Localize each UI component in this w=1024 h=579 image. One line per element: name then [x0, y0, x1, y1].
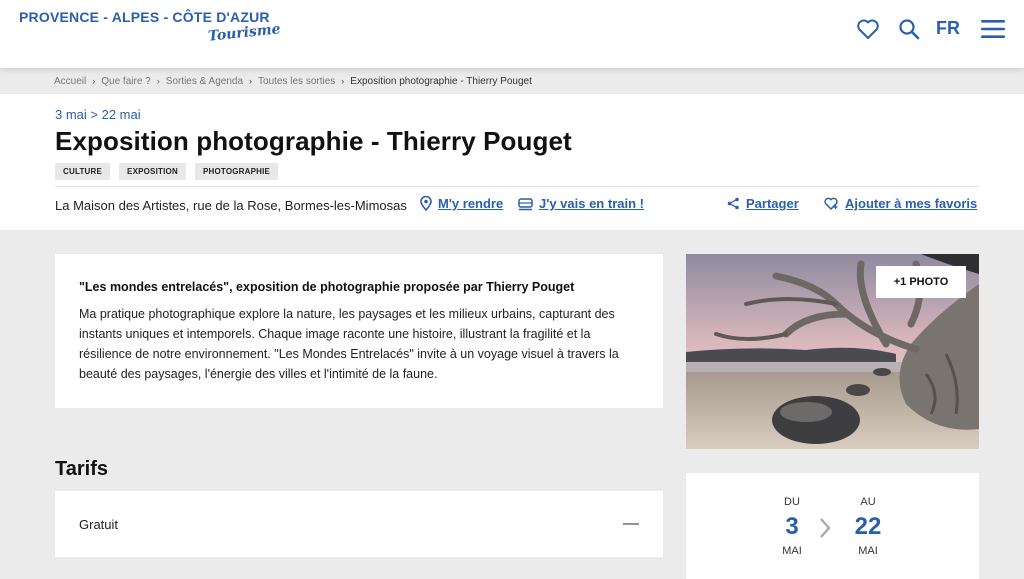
- heart-icon[interactable]: [855, 16, 881, 42]
- tag-exposition: EXPOSITION: [119, 163, 186, 180]
- date-from: DU 3 MAI: [767, 496, 817, 557]
- tarif-label: Gratuit: [79, 516, 119, 532]
- date-from-label: DU: [784, 496, 800, 508]
- breadcrumb: Accueil › Que faire ? › Sorties & Agenda…: [0, 68, 1024, 94]
- share-link[interactable]: Partager: [727, 196, 799, 211]
- search-icon[interactable]: [896, 16, 922, 42]
- event-dates: 3 mai > 22 mai: [55, 107, 141, 122]
- train-icon: [518, 197, 533, 210]
- date-to-label: AU: [860, 496, 876, 508]
- date-range-card: DU 3 MAI AU 22 MAI: [686, 473, 979, 579]
- directions-link[interactable]: M'y rendre: [420, 196, 503, 211]
- breadcrumb-item[interactable]: Sorties & Agenda: [166, 76, 243, 87]
- date-to: AU 22 MAI: [843, 496, 893, 557]
- description-card: "Les mondes entrelacés", exposition de p…: [55, 254, 663, 408]
- breadcrumb-item[interactable]: Que faire ?: [101, 76, 150, 87]
- date-to-day: 22: [854, 513, 882, 540]
- date-to-month: MAI: [858, 545, 878, 557]
- tag-photographie: PHOTOGRAPHIE: [194, 163, 279, 180]
- description-heading: "Les mondes entrelacés", exposition de p…: [79, 280, 575, 294]
- event-header: 3 mai > 22 mai Exposition photographie -…: [0, 94, 1024, 230]
- tag-list: CULTURE EXPOSITION PHOTOGRAPHIE: [55, 163, 279, 180]
- train-label: J'y vais en train !: [539, 196, 644, 211]
- breadcrumb-item[interactable]: Toutes les sorties: [258, 76, 335, 87]
- share-icon: [727, 197, 739, 210]
- favorite-label: Ajouter à mes favoris: [845, 196, 978, 211]
- language-selector[interactable]: FR: [936, 18, 960, 39]
- tag-culture: CULTURE: [55, 163, 111, 180]
- breadcrumb-item[interactable]: Accueil: [54, 76, 86, 87]
- more-photos-button[interactable]: +1 PHOTO: [876, 266, 966, 298]
- tarifs-heading: Tarifs: [55, 458, 108, 480]
- breadcrumb-current: Exposition photographie - Thierry Pouget: [350, 75, 532, 87]
- train-link[interactable]: J'y vais en train !: [518, 196, 644, 211]
- date-from-day: 3: [785, 513, 799, 540]
- menu-icon[interactable]: [980, 16, 1006, 42]
- heart-plus-icon: [824, 197, 838, 210]
- chevron-right-icon: ›: [341, 76, 345, 86]
- share-label: Partager: [746, 196, 799, 211]
- favorite-link[interactable]: Ajouter à mes favoris: [824, 196, 977, 211]
- divider: [55, 186, 979, 187]
- chevron-right-icon: [820, 518, 831, 538]
- event-address: La Maison des Artistes, rue de la Rose, …: [55, 198, 407, 213]
- date-from-month: MAI: [782, 545, 802, 557]
- collapse-icon[interactable]: —: [623, 515, 639, 533]
- tarif-accordion[interactable]: Gratuit —: [55, 491, 663, 557]
- chevron-right-icon: ›: [92, 76, 96, 86]
- description-text: Ma pratique photographique explore la na…: [79, 307, 619, 381]
- chevron-right-icon: ›: [156, 76, 160, 86]
- directions-label: M'y rendre: [438, 196, 504, 211]
- site-header: PROVENCE - ALPES - CÔTE D'AZUR Tourisme …: [0, 0, 1024, 68]
- chevron-right-icon: ›: [249, 76, 253, 86]
- site-logo[interactable]: PROVENCE - ALPES - CÔTE D'AZUR: [19, 9, 270, 25]
- page-title: Exposition photographie - Thierry Pouget: [55, 126, 572, 156]
- map-pin-icon: [420, 196, 432, 211]
